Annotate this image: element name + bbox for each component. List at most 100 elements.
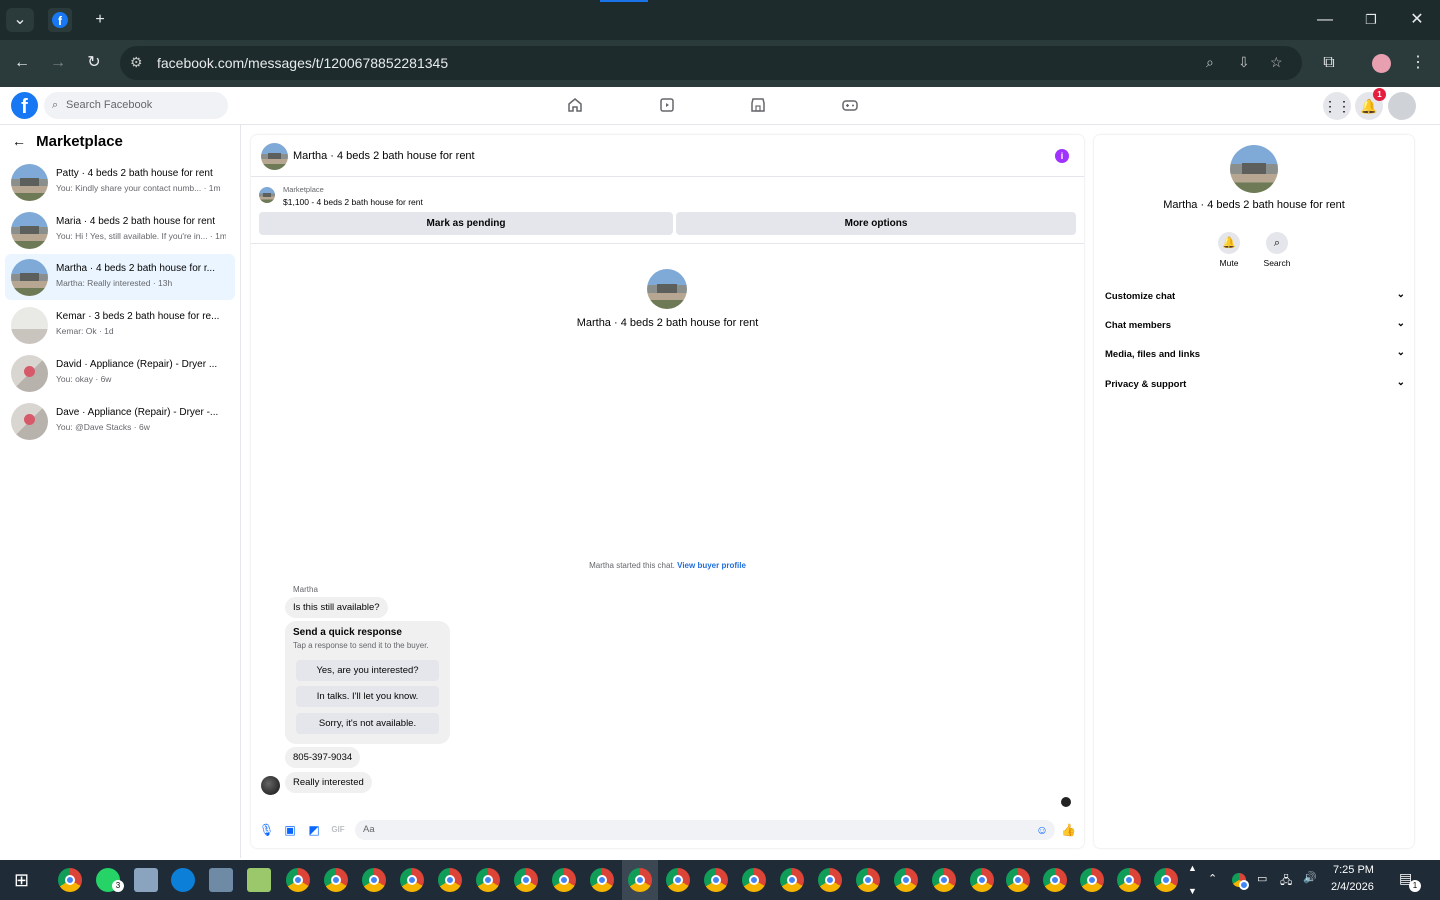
privacy-support-section[interactable]: Privacy & support ⌄ [1105,377,1405,390]
back-arrow-icon[interactable]: ← [8,51,36,75]
chat-members-section[interactable]: Chat members ⌄ [1105,318,1405,331]
home-icon[interactable] [565,96,585,116]
chrome-icon[interactable] [476,868,500,892]
extensions-puzzle-icon[interactable]: ⧉ [1315,51,1343,75]
gif-icon[interactable]: GIF [331,823,345,837]
message-input[interactable]: Aa [355,820,1055,840]
view-buyer-profile-link[interactable]: View buyer profile [677,561,746,570]
chrome-icon[interactable] [628,868,652,892]
tab-facebook[interactable]: f [48,8,72,32]
chrome-icon[interactable] [742,868,766,892]
conversation-item[interactable]: Maria · 4 beds 2 bath house for rent You… [5,207,235,253]
chat-header-title[interactable]: Martha · 4 beds 2 bath house for rent [293,150,475,162]
quick-response-button[interactable]: Sorry, it's not available. [296,713,439,734]
site-info-icon[interactable]: ⚙ [130,54,143,71]
taskbar-scroll-down-icon[interactable]: ▼ [1188,886,1197,896]
mute-button[interactable]: 🔔 Mute [1204,232,1254,268]
keyboard-app-icon[interactable] [134,868,158,892]
profile-avatar[interactable] [1372,54,1391,73]
windows-start-icon[interactable]: ⊞ [14,870,34,890]
menu-grid-icon[interactable]: ⋮⋮ [1323,92,1351,120]
chrome-icon[interactable] [856,868,880,892]
search-in-chat-button[interactable]: ⌕ Search [1252,232,1302,268]
clock-time[interactable]: 7:25 PM [1333,864,1374,876]
chrome-icon[interactable] [818,868,842,892]
quick-response-button[interactable]: Yes, are you interested? [296,660,439,681]
conversation-item[interactable]: Kemar · 3 beds 2 bath house for re... Ke… [5,302,235,348]
facebook-search-input[interactable]: ⌕ Search Facebook [44,92,228,119]
close-window-icon[interactable]: ✕ [1403,8,1431,32]
gaming-icon[interactable] [840,96,860,116]
chrome-icon[interactable] [780,868,804,892]
reload-icon[interactable]: ↻ [80,51,108,75]
facebook-logo-icon[interactable]: f [11,92,38,119]
chrome-icon[interactable] [1154,868,1178,892]
tab-search-chevron-icon[interactable]: ⌄ [6,8,34,32]
chrome-icon[interactable] [324,868,348,892]
zoom-icon[interactable]: ⌕ [1206,54,1214,71]
install-app-icon[interactable]: ⇩ [1238,54,1250,71]
conversation-item[interactable]: Dave · Appliance (Repair) - Dryer -... Y… [5,398,235,444]
account-avatar[interactable] [1388,92,1416,120]
chrome-icon[interactable] [1043,868,1067,892]
video-icon[interactable] [657,96,677,116]
chrome-icon[interactable] [1080,868,1104,892]
photo-icon[interactable]: ▣ [283,823,297,837]
chrome-icon[interactable] [1006,868,1030,892]
chrome-icon[interactable] [970,868,994,892]
quick-response-button[interactable]: In talks. I'll let you know. [296,686,439,707]
microphone-icon[interactable]: 🎙 [259,823,274,837]
chrome-icon[interactable] [1117,868,1141,892]
media-files-links-section[interactable]: Media, files and links ⌄ [1105,347,1405,360]
chrome-menu-icon[interactable]: ⋮ [1404,51,1432,75]
listing-price[interactable]: $1,100 - 4 beds 2 bath house for rent [283,197,423,207]
conversation-item-active[interactable]: Martha · 4 beds 2 bath house for r... Ma… [5,254,235,300]
sticker-icon[interactable]: ◩ [307,823,321,837]
listing-thumbnail[interactable] [259,187,275,203]
chrome-icon[interactable] [400,868,424,892]
chevron-down-icon: ⌄ [1396,318,1405,329]
taskbar-scroll-up-icon[interactable]: ▲ [1188,863,1197,873]
info-icon[interactable]: i [1055,149,1069,163]
new-tab-plus-icon[interactable]: + [86,8,114,32]
chrome-icon[interactable] [286,868,310,892]
chrome-tray-icon[interactable] [1232,873,1249,890]
meet-tray-icon[interactable]: ▭ [1257,872,1267,885]
tray-chevron-up-icon[interactable]: ⌃ [1208,872,1217,885]
chrome-icon[interactable] [438,868,462,892]
conversation-item[interactable]: David · Appliance (Repair) - Dryer ... Y… [5,350,235,396]
back-arrow-icon[interactable]: ← [12,133,32,149]
chrome-icon[interactable] [704,868,728,892]
clock-date[interactable]: 2/4/2026 [1331,881,1374,893]
address-bar[interactable]: ⚙ facebook.com/messages/t/12006788522813… [120,46,1302,80]
mark-as-pending-button[interactable]: Mark as pending [259,212,673,235]
bookmark-star-icon[interactable]: ☆ [1270,54,1283,71]
chrome-icon[interactable] [666,868,690,892]
volume-icon[interactable]: 🔊 [1303,871,1317,884]
url-text[interactable]: facebook.com/messages/t/1200678852281345 [157,55,448,71]
like-thumb-icon[interactable]: 👍 [1061,823,1076,837]
notepad-icon[interactable] [247,868,271,892]
chrome-icon[interactable] [590,868,614,892]
more-options-button[interactable]: More options [676,212,1076,235]
sender-avatar[interactable] [261,776,280,795]
chrome-icon[interactable] [932,868,956,892]
chrome-icon[interactable] [552,868,576,892]
chrome-icon[interactable] [58,868,82,892]
chrome-icon[interactable] [894,868,918,892]
restore-icon[interactable]: ❐ [1357,8,1385,32]
conversation-item[interactable]: Patty · 4 beds 2 bath house for rent You… [5,159,235,205]
forward-arrow-icon[interactable]: → [44,51,72,75]
emoji-icon[interactable]: ☺ [1035,823,1049,837]
chat-header-thumbnail[interactable] [261,143,288,170]
marketplace-icon[interactable] [748,96,768,116]
edge-icon[interactable] [171,868,195,892]
section-label: Media, files and links [1105,349,1201,360]
minimize-icon[interactable]: — [1311,8,1339,32]
network-icon[interactable]: 🖧 [1280,872,1292,891]
chrome-icon[interactable] [514,868,538,892]
mute-label: Mute [1219,258,1239,268]
app-icon[interactable] [209,868,233,892]
chrome-icon[interactable] [362,868,386,892]
customize-chat-section[interactable]: Customize chat ⌄ [1105,289,1405,302]
